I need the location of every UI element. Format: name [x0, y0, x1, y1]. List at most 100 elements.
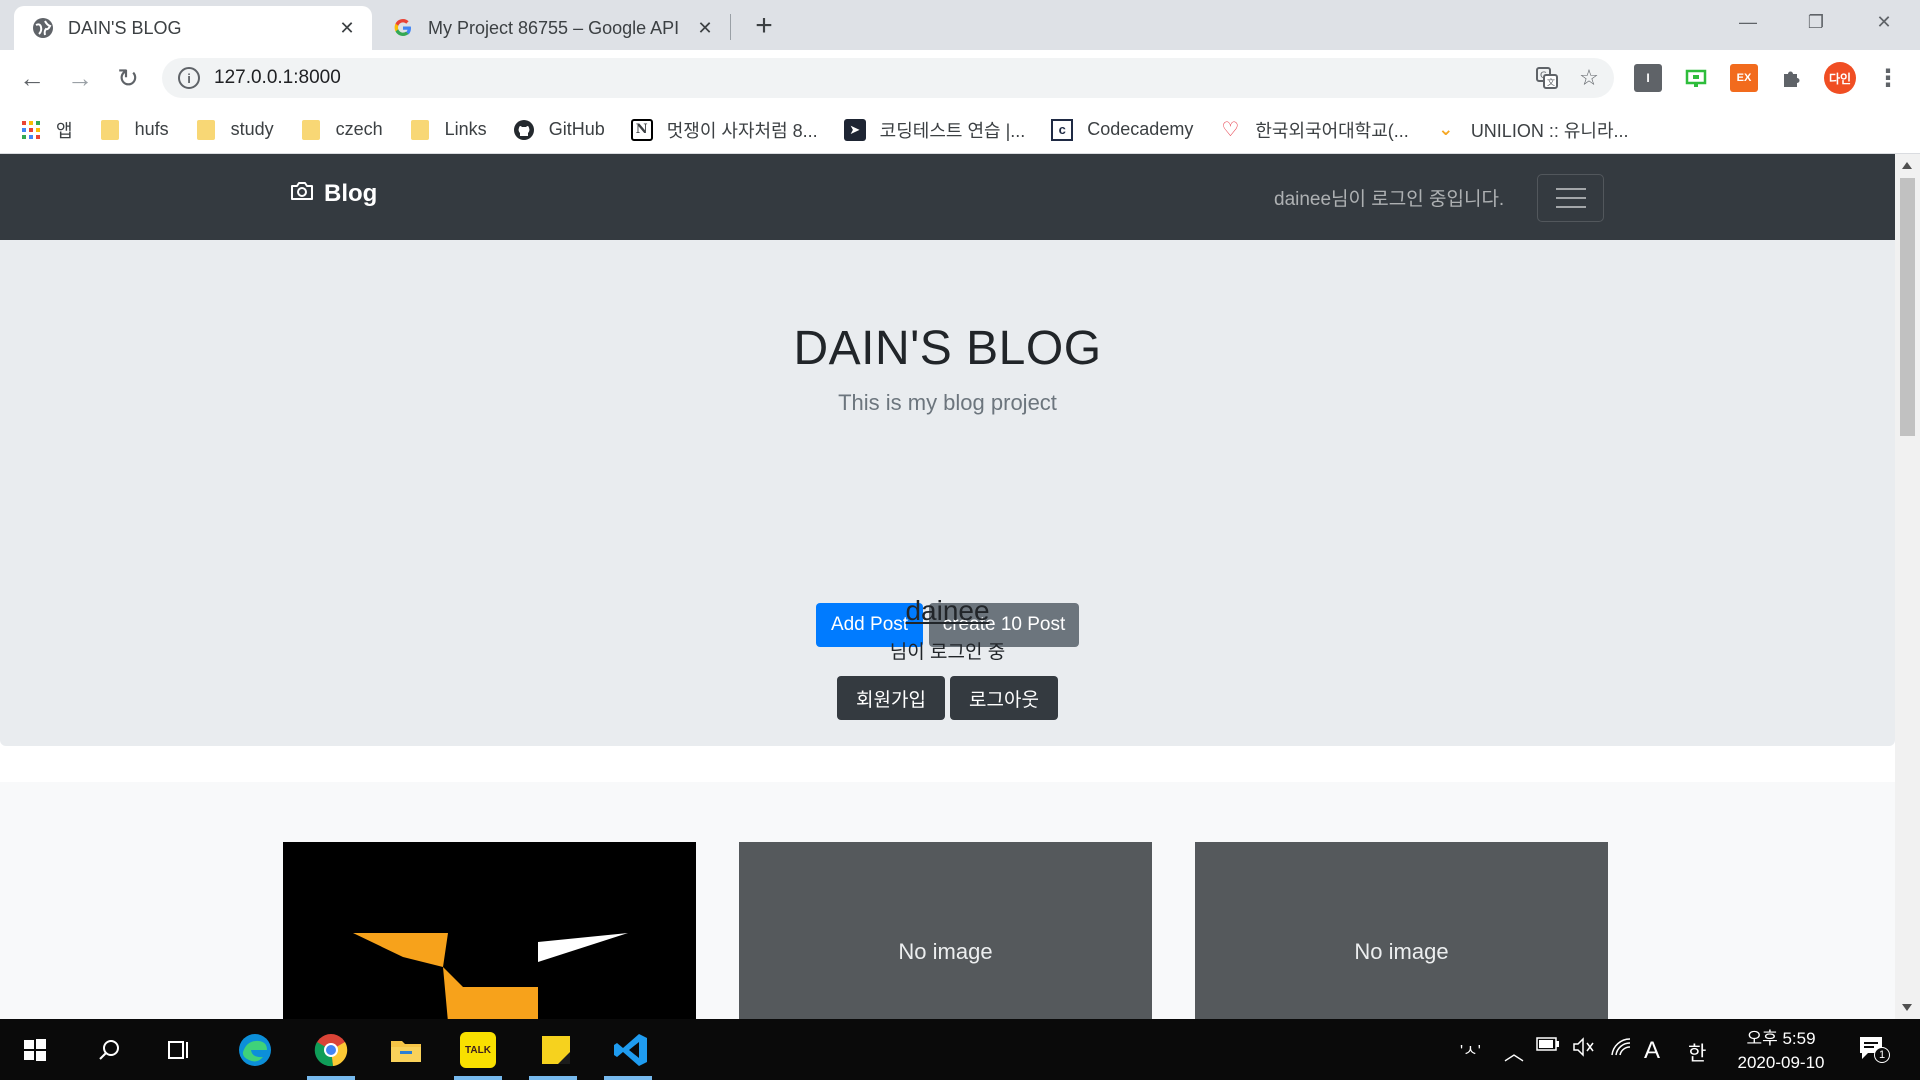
kakaotalk-icon[interactable]: TALK	[460, 1032, 496, 1068]
bookmark-label: Codecademy	[1087, 119, 1194, 139]
profile-avatar[interactable]: 다인	[1824, 62, 1856, 94]
sticky-notes-active-indicator	[529, 1076, 577, 1080]
no-image-label: No image	[1354, 939, 1449, 964]
chrome-icon[interactable]	[310, 1029, 352, 1071]
username-link-wrap: dainee	[0, 595, 1895, 627]
bookmark-folder-hufs[interactable]: hufs	[99, 119, 169, 141]
post-card-no-image[interactable]: No image	[1195, 842, 1608, 1019]
bookmark-hufs-univ[interactable]: ♡ 한국외국어대학교(...	[1219, 117, 1408, 143]
windows-start-icon[interactable]	[14, 1029, 56, 1071]
browser-toolbar: ← → ↻ i 127.0.0.1:8000 G文 ☆ I EX 다인 ⋮	[0, 50, 1920, 106]
bookmark-folder-study[interactable]: study	[195, 119, 274, 141]
ime-mode-indicator[interactable]: 한	[1688, 1037, 1706, 1066]
folder-icon	[409, 119, 431, 141]
new-tab-button[interactable]: +	[748, 9, 780, 42]
clock-date: 2020-09-10	[1737, 1053, 1825, 1072]
bookmark-label: 멋쟁이 사자처럼 8...	[666, 120, 818, 141]
bookmark-apps[interactable]: 앱	[20, 117, 73, 143]
apps-grid-icon	[20, 119, 42, 141]
bookmark-label: 코딩테스트 연습 |...	[879, 120, 1026, 141]
post-card-image[interactable]	[283, 842, 696, 1019]
menu-kebab-icon[interactable]: ⋮	[1874, 64, 1902, 92]
unilion-icon: ⌄	[1438, 119, 1454, 139]
post-card-no-image[interactable]: No image	[739, 842, 1152, 1019]
bookmark-github[interactable]: GitHub	[513, 119, 605, 141]
extension-ex-icon[interactable]: EX	[1730, 64, 1758, 92]
username-link[interactable]: dainee	[905, 595, 989, 626]
tab-google-api[interactable]: My Project 86755 – Google API ✕	[374, 6, 730, 50]
edge-icon[interactable]	[234, 1029, 276, 1071]
codecademy-icon: c	[1051, 118, 1074, 141]
logout-button[interactable]: 로그아웃	[950, 676, 1058, 720]
page-subtitle: This is my blog project	[838, 390, 1057, 415]
bookmark-folder-czech[interactable]: czech	[300, 119, 383, 141]
task-view-icon[interactable]	[158, 1029, 200, 1071]
page-scrollbar[interactable]	[1895, 154, 1920, 1019]
no-image-label: No image	[898, 939, 993, 964]
folder-icon	[99, 119, 121, 141]
folder-icon	[300, 119, 322, 141]
extensions-puzzle-icon[interactable]	[1778, 64, 1806, 92]
github-icon	[513, 119, 535, 141]
hufs-heart-icon: ♡	[1221, 119, 1240, 141]
bookmark-folder-links[interactable]: Links	[409, 119, 487, 141]
scroll-down-icon[interactable]	[1902, 1004, 1912, 1011]
svg-text:文: 文	[1547, 77, 1555, 87]
bookmark-unilion[interactable]: ⌄ UNILION :: 유니라...	[1435, 117, 1628, 143]
scroll-up-icon[interactable]	[1902, 162, 1912, 169]
page-title: DAIN'S BLOG	[793, 322, 1102, 375]
navbar-toggler-button[interactable]	[1537, 174, 1604, 222]
post-album: No image No image	[0, 782, 1895, 1019]
sticky-notes-icon[interactable]	[535, 1029, 577, 1071]
notification-center-icon[interactable]: 1	[1858, 1035, 1890, 1063]
forward-arrow-icon[interactable]: →	[62, 60, 98, 96]
clock[interactable]: 오후 5:59 2020-09-10	[1726, 1027, 1836, 1075]
wifi-icon[interactable]	[1610, 1037, 1634, 1057]
kakaotalk-active-indicator	[454, 1076, 502, 1080]
ime-letter[interactable]: A	[1644, 1037, 1660, 1065]
close-tab-icon[interactable]: ✕	[336, 17, 358, 39]
close-tab-icon[interactable]: ✕	[694, 17, 716, 39]
taskbar: TALK 'ㅅ' ︿ A 한 오후 5:59 2020-09-10 1	[0, 1019, 1920, 1080]
extension-screen-icon[interactable]	[1682, 64, 1710, 92]
bookmark-coding-test[interactable]: ➤ 코딩테스트 연습 |...	[843, 117, 1026, 143]
close-window-icon[interactable]: ✕	[1856, 0, 1912, 44]
extension-i-icon[interactable]: I	[1634, 64, 1662, 92]
bookmark-label: GitHub	[548, 119, 605, 139]
hamburger-icon	[1555, 188, 1586, 190]
bookmark-label: study	[230, 119, 274, 139]
bookmark-star-icon[interactable]: ☆	[1572, 61, 1606, 95]
translate-icon[interactable]: G文	[1530, 61, 1564, 95]
site-info-icon[interactable]: i	[178, 67, 200, 89]
notion-icon: N	[630, 118, 653, 141]
address-bar[interactable]: i 127.0.0.1:8000 G文 ☆	[162, 58, 1614, 98]
brand-label: Blog	[324, 180, 378, 207]
folder-icon	[195, 119, 217, 141]
reload-icon[interactable]: ↻	[110, 60, 146, 96]
signup-button[interactable]: 회원가입	[837, 676, 945, 720]
globe-icon	[32, 17, 54, 39]
tab-dains-blog[interactable]: DAIN'S BLOG ✕	[14, 6, 372, 50]
programmers-icon: ➤	[843, 118, 866, 141]
chevron-up-icon[interactable]: ︿	[1504, 1037, 1524, 1066]
scrollbar-thumb[interactable]	[1900, 178, 1915, 436]
search-icon[interactable]	[88, 1029, 130, 1071]
bookmarks-bar: 앱 hufs study czech Links GitHub N 멋쟁이 사자…	[0, 106, 1920, 154]
brand-link[interactable]: Blog	[290, 180, 377, 208]
volume-muted-icon[interactable]	[1572, 1037, 1596, 1057]
bookmark-label: Links	[444, 119, 487, 139]
file-explorer-icon[interactable]	[385, 1029, 427, 1071]
post-thumbnail	[283, 842, 696, 1019]
bookmark-label: czech	[335, 119, 383, 139]
back-arrow-icon[interactable]: ←	[14, 60, 50, 96]
vscode-icon[interactable]	[610, 1029, 652, 1071]
minimize-icon[interactable]: —	[1720, 0, 1776, 44]
battery-icon[interactable]	[1536, 1037, 1560, 1051]
restore-icon[interactable]: ❐	[1788, 0, 1844, 44]
bookmark-codecademy[interactable]: c Codecademy	[1051, 118, 1194, 141]
url-text[interactable]: 127.0.0.1:8000	[214, 67, 1530, 89]
chrome-active-indicator	[307, 1076, 355, 1080]
bookmark-label: hufs	[134, 119, 169, 139]
bookmark-likelion[interactable]: N 멋쟁이 사자처럼 8...	[630, 117, 818, 143]
clock-time: 오후 5:59	[1746, 1029, 1816, 1048]
